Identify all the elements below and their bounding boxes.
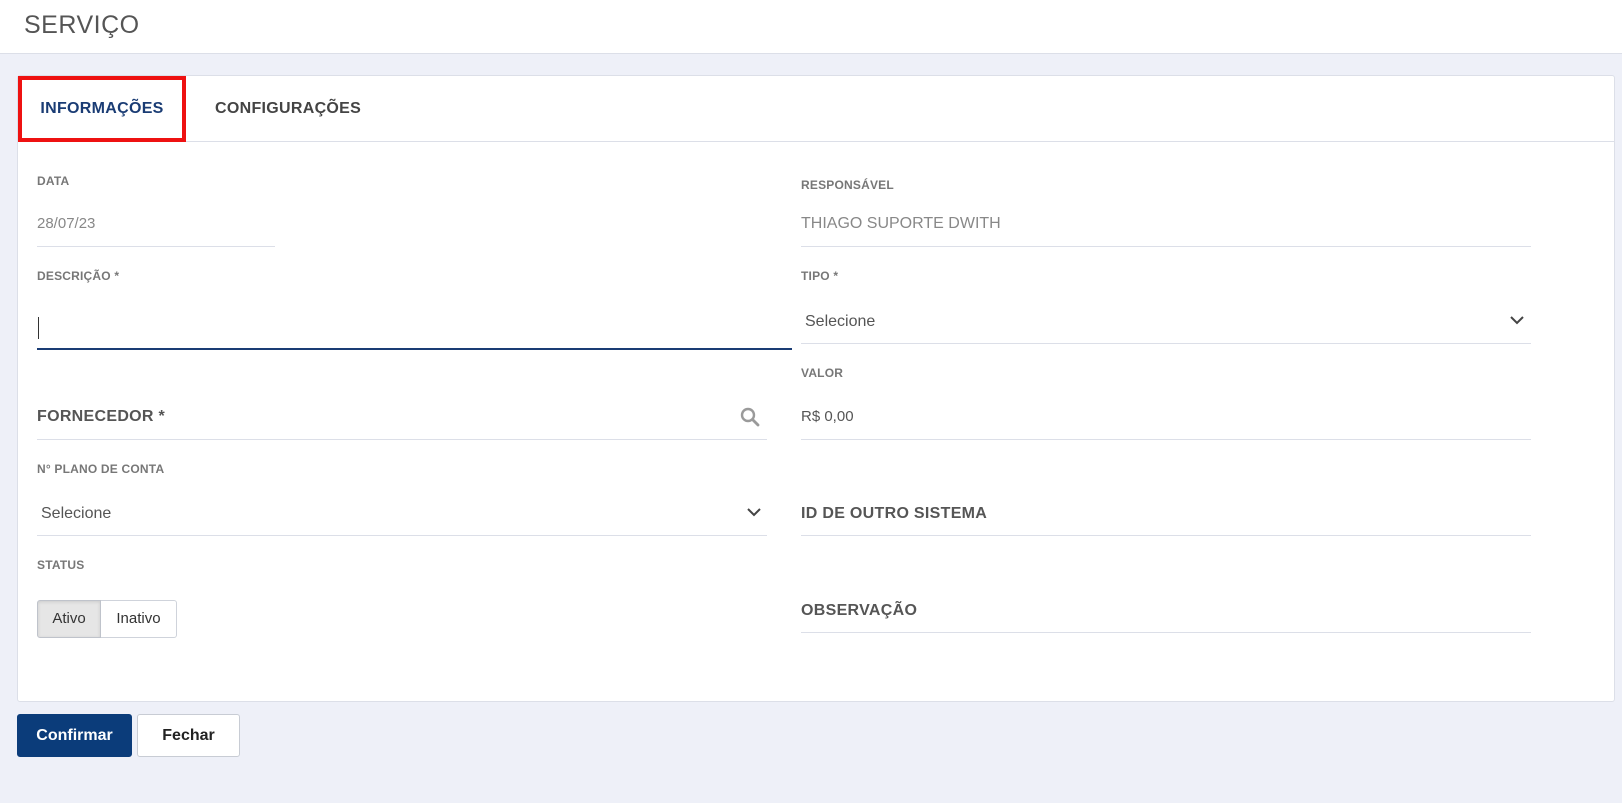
observacao-underline xyxy=(801,632,1531,633)
tab-bar: INFORMAÇÕES CONFIGURAÇÕES xyxy=(18,76,1614,142)
status-toggle: Ativo Inativo xyxy=(37,600,177,638)
chevron-down-icon xyxy=(1510,316,1524,325)
plano-conta-label: N° PLANO DE CONTA xyxy=(37,462,165,476)
descricao-input[interactable] xyxy=(37,310,792,350)
form-card: INFORMAÇÕES CONFIGURAÇÕES DATA 28/07/23 … xyxy=(17,75,1615,702)
top-bar: SERVIÇO xyxy=(0,0,1622,54)
valor-underline xyxy=(801,439,1531,440)
tipo-select[interactable]: Selecione xyxy=(801,301,1531,343)
tab-configuracoes[interactable]: CONFIGURAÇÕES xyxy=(215,76,361,142)
fornecedor-underline xyxy=(37,439,767,440)
text-caret xyxy=(38,317,39,339)
search-icon[interactable] xyxy=(740,407,760,427)
tab-informacoes[interactable]: INFORMAÇÕES xyxy=(18,76,186,142)
descricao-label: DESCRIÇÃO * xyxy=(37,269,120,283)
page-title: SERVIÇO xyxy=(24,11,140,39)
observacao-field[interactable]: OBSERVAÇÃO xyxy=(801,590,1531,632)
responsavel-underline xyxy=(801,246,1531,247)
responsavel-label: RESPONSÁVEL xyxy=(801,178,894,192)
data-value: 28/07/23 xyxy=(37,215,96,232)
tipo-underline xyxy=(801,343,1531,344)
plano-conta-selected-value: Selecione xyxy=(41,505,112,522)
status-label: STATUS xyxy=(37,558,85,572)
id-outro-sistema-label: ID DE OUTRO SISTEMA xyxy=(801,505,988,522)
status-inativo-button[interactable]: Inativo xyxy=(101,600,177,638)
tipo-selected-value: Selecione xyxy=(805,313,876,330)
plano-conta-select[interactable]: Selecione xyxy=(37,493,767,535)
id-outro-sistema-field[interactable]: ID DE OUTRO SISTEMA xyxy=(801,493,1531,535)
confirm-button[interactable]: Confirmar xyxy=(17,714,132,757)
data-underline xyxy=(37,246,275,247)
status-ativo-button[interactable]: Ativo xyxy=(37,600,101,638)
responsavel-value: THIAGO SUPORTE DWITH xyxy=(801,215,1001,232)
plano-conta-underline xyxy=(37,535,767,536)
close-button[interactable]: Fechar xyxy=(137,714,240,757)
valor-label: VALOR xyxy=(801,366,844,380)
fornecedor-label: FORNECEDOR * xyxy=(37,408,166,425)
tipo-label: TIPO * xyxy=(801,269,839,283)
observacao-label: OBSERVAÇÃO xyxy=(801,602,918,619)
id-outro-sistema-underline xyxy=(801,535,1531,536)
valor-input[interactable]: R$ 0,00 xyxy=(801,408,854,425)
chevron-down-icon xyxy=(747,508,761,517)
data-label: DATA xyxy=(37,174,70,188)
fornecedor-field[interactable]: FORNECEDOR * xyxy=(37,396,767,439)
